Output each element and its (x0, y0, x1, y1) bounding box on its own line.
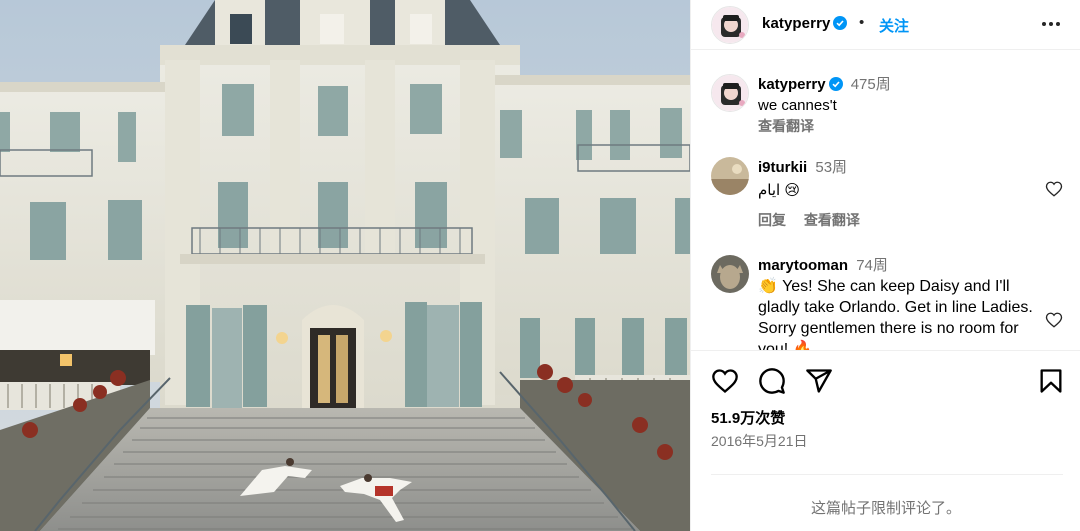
more-options-icon[interactable] (1039, 14, 1063, 34)
author-username[interactable]: katyperry (762, 15, 848, 32)
caption-time[interactable]: 475周 (851, 76, 891, 93)
see-translation-link[interactable]: 查看翻译 (804, 212, 860, 228)
save-bookmark-icon[interactable] (1037, 367, 1065, 395)
verified-badge-icon (833, 16, 848, 30)
follow-button[interactable]: 关注 (879, 15, 909, 36)
like-heart-icon[interactable] (711, 367, 739, 395)
avatar-image (711, 255, 749, 293)
avatar-image (711, 157, 749, 195)
post-header: katyperry • 关注 (691, 0, 1080, 50)
comment-like-heart-icon[interactable] (1045, 180, 1063, 198)
avatar-image (712, 7, 748, 43)
author-avatar[interactable] (711, 6, 749, 44)
comment-icon[interactable] (758, 367, 786, 395)
comment-text: ايام 😢 (758, 182, 801, 199)
commenter-avatar[interactable] (711, 255, 749, 293)
author-username-text: katyperry (762, 15, 831, 32)
comment-time[interactable]: 53周 (815, 159, 847, 176)
caption-username[interactable]: katyperry (758, 76, 826, 93)
comment-body: i9turkii 53周 ايام 😢 回复 查看翻译 (758, 157, 1038, 231)
commenter-avatar[interactable] (711, 157, 749, 195)
divider (711, 474, 1063, 475)
comments-list[interactable]: katyperry 475周 we cannes't 查看翻译 i9turkii… (691, 50, 1080, 350)
post-side-panel: katyperry • 关注 katyperry 475周 we cannes'… (690, 0, 1080, 531)
comment-text: 👏 Yes! She can keep Daisy and I'll gladl… (758, 278, 1033, 350)
hotel-steps-photo (0, 0, 690, 531)
comment-actions: 回复 查看翻译 (758, 210, 1038, 231)
caption-body: katyperry 475周 we cannes't 查看翻译 (758, 74, 1038, 137)
caption-actions: 查看翻译 (758, 116, 1038, 137)
comment-like-heart-icon[interactable] (1045, 311, 1063, 329)
caption-author-avatar[interactable] (711, 74, 749, 112)
post-actions: 51.9万次赞 2016年5月21日 这篇帖子限制评论了。 (691, 350, 1080, 531)
verified-badge-icon (828, 77, 843, 91)
likes-count[interactable]: 51.9万次赞 (711, 407, 785, 428)
comments-limited-notice: 这篇帖子限制评论了。 (810, 500, 961, 517)
see-translation-link[interactable]: 查看翻译 (758, 118, 814, 134)
share-icon[interactable] (805, 367, 833, 395)
reply-button[interactable]: 回复 (758, 212, 786, 228)
comment-body: marytooman 74周 👏 Yes! She can keep Daisy… (758, 255, 1038, 350)
post-date[interactable]: 2016年5月21日 (711, 431, 808, 451)
caption-text: we cannes't (758, 97, 837, 114)
comment-time[interactable]: 74周 (856, 257, 888, 274)
separator-dot: • (859, 14, 865, 31)
comment-username[interactable]: marytooman (758, 257, 848, 274)
avatar-image (712, 75, 748, 111)
post-photo[interactable] (0, 0, 690, 531)
comment-username[interactable]: i9turkii (758, 159, 807, 176)
